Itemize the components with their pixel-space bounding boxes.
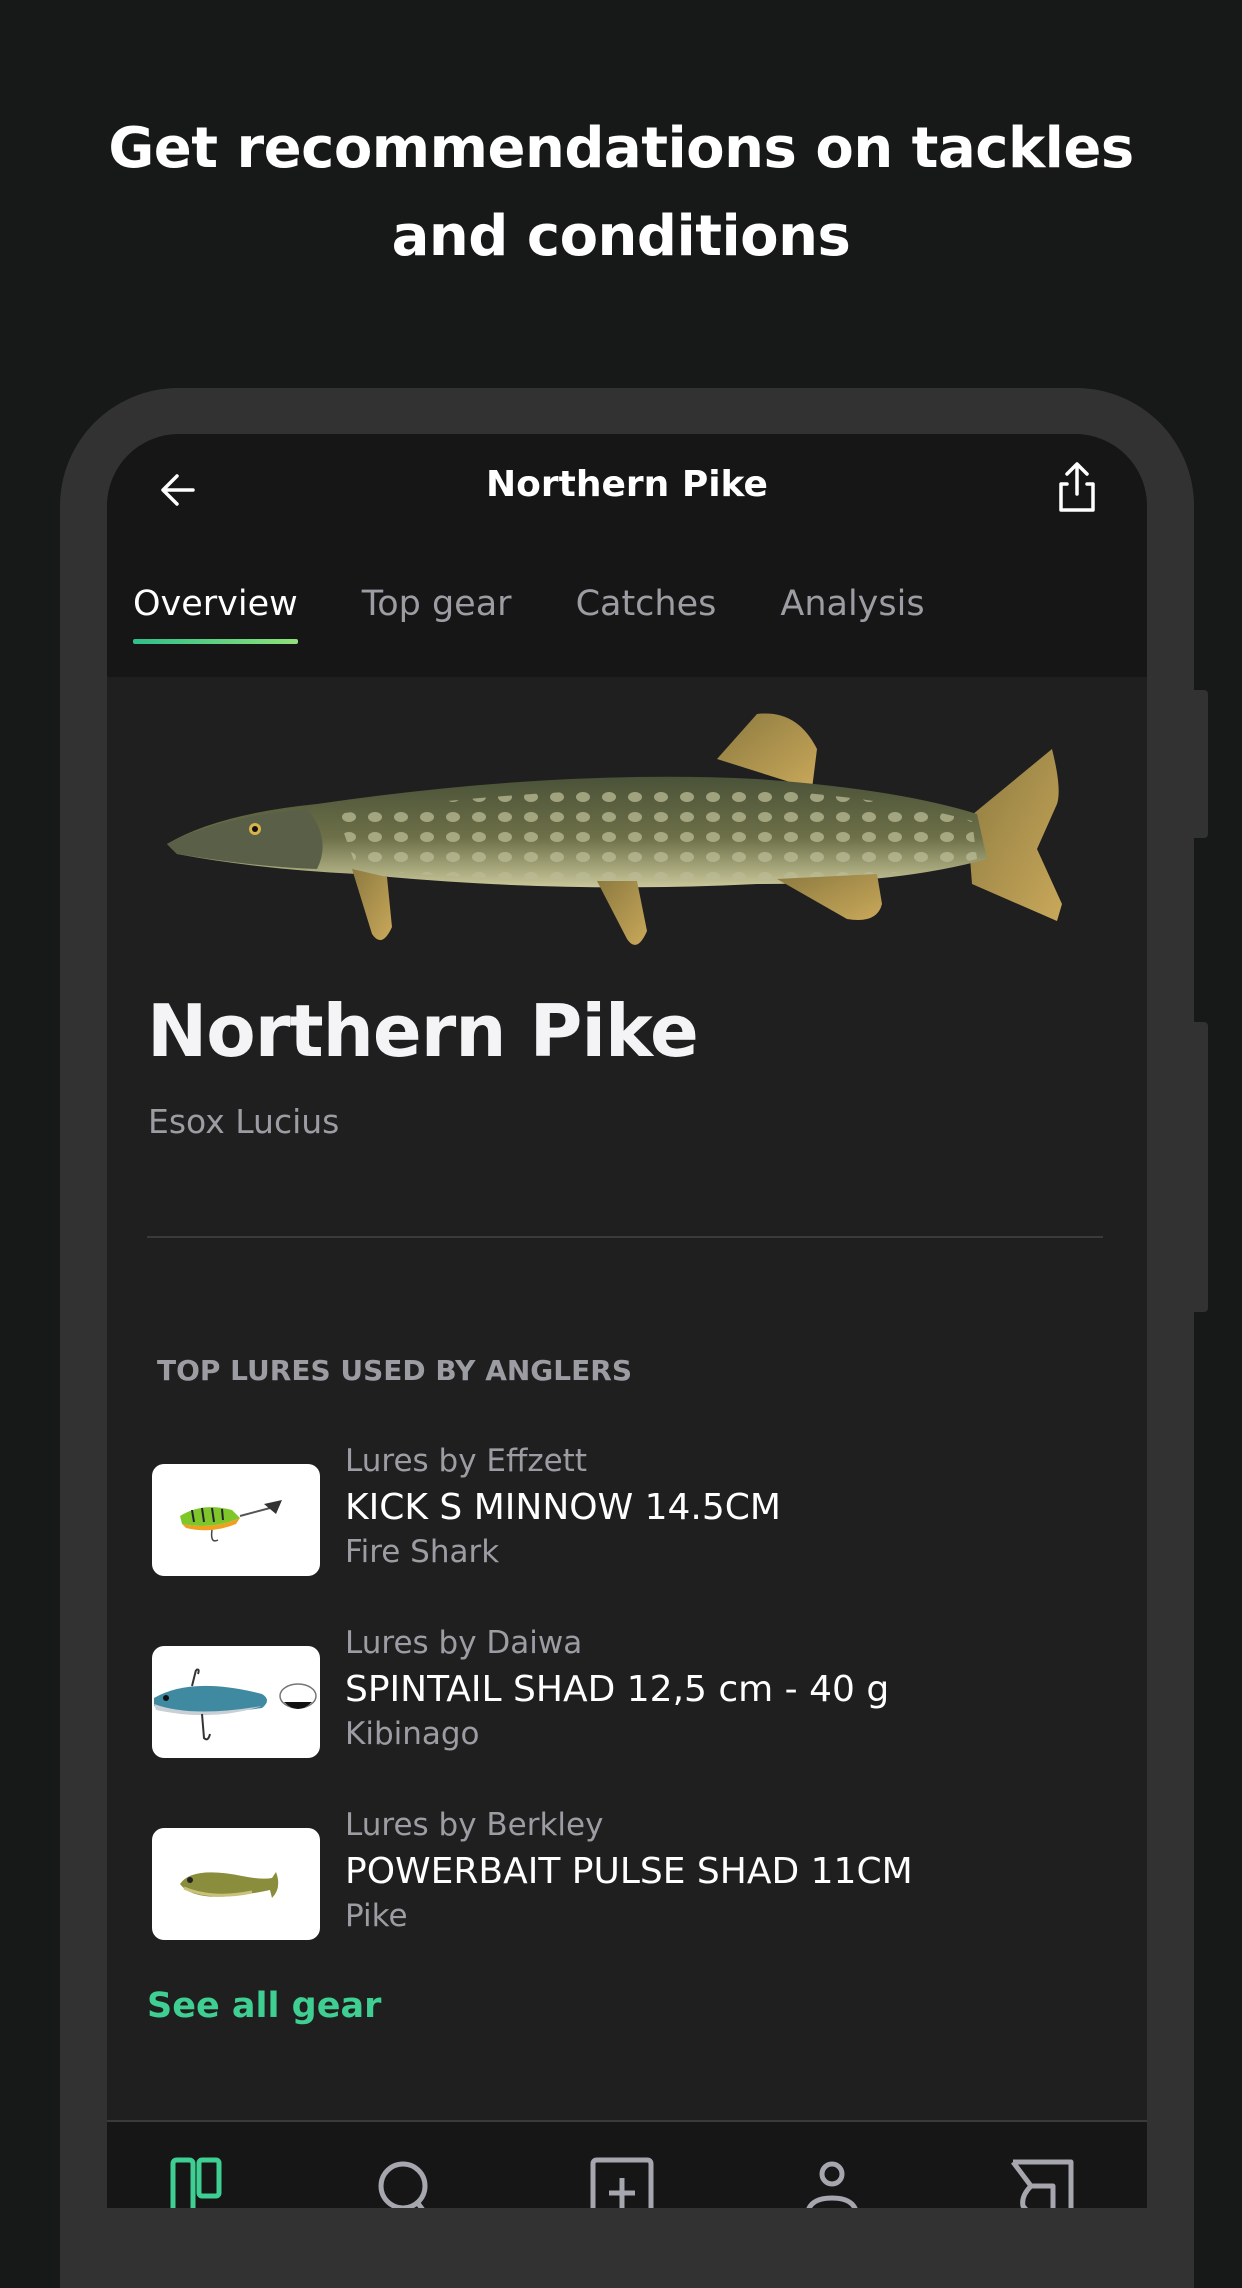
bottom-navigation (107, 2120, 1147, 2208)
tab-catches[interactable]: Catches (576, 584, 717, 644)
lure-brand: Lures by Daiwa (345, 1625, 583, 1661)
promo-line-1: Get recommendations on tackles (108, 116, 1134, 181)
lure-list: Lures by Effzett KICK S MINNOW 14.5CM Fi… (152, 1441, 1102, 1987)
anal-fin (777, 874, 882, 920)
olive-shad-lure-icon (180, 1872, 279, 1898)
section-title-top-lures: TOP LURES USED BY ANGLERS (157, 1354, 632, 1387)
lure-item[interactable]: Lures by Berkley POWERBAIT PULSE SHAD 11… (152, 1805, 1102, 1987)
tab-top-gear[interactable]: Top gear (362, 584, 512, 644)
lure-name: KICK S MINNOW 14.5CM (345, 1487, 781, 1528)
phone-side-button (1194, 690, 1208, 838)
northern-pike-image (167, 713, 1062, 945)
nav-search[interactable] (373, 2156, 453, 2208)
share-button[interactable] (1047, 456, 1107, 520)
tab-overview[interactable]: Overview (133, 584, 298, 644)
divider (147, 1236, 1103, 1238)
lure-name: POWERBAIT PULSE SHAD 11CM (345, 1851, 913, 1892)
nav-map[interactable] (1009, 2156, 1089, 2208)
add-catch-icon (590, 2157, 654, 2208)
map-icon (1011, 2159, 1074, 2208)
tab-bar: Overview Top gear Catches Analysis (133, 584, 989, 644)
share-icon (1059, 462, 1095, 512)
lure-item[interactable]: Lures by Daiwa SPINTAIL SHAD 12,5 cm - 4… (152, 1623, 1102, 1805)
pectoral-fin (352, 869, 392, 941)
pelvic-fin (597, 881, 647, 945)
lure-thumbnail (152, 1464, 320, 1576)
species-latin-name: Esox Lucius (148, 1102, 340, 1141)
fish-pupil (252, 826, 258, 832)
species-name: Northern Pike (147, 989, 699, 1073)
phone-side-button (1194, 1022, 1208, 1312)
lure-variant: Pike (345, 1898, 408, 1934)
nav-profile[interactable] (799, 2156, 879, 2208)
lure-brand: Lures by Berkley (345, 1807, 604, 1843)
see-all-gear-link[interactable]: See all gear (147, 1986, 381, 2026)
nav-feed[interactable] (169, 2156, 249, 2208)
lure-brand: Lures by Effzett (345, 1443, 587, 1479)
search-icon (378, 2161, 428, 2208)
fish-head (167, 809, 323, 869)
lure-variant: Kibinago (345, 1716, 480, 1752)
blue-spintail-lure-icon (154, 1668, 317, 1741)
lure-thumbnail (152, 1828, 320, 1940)
lure-item[interactable]: Lures by Effzett KICK S MINNOW 14.5CM Fi… (152, 1441, 1102, 1623)
app-bar: Northern Pike Overview Top gear Catches … (107, 434, 1147, 677)
nav-add-catch[interactable] (587, 2156, 667, 2208)
page-title: Northern Pike (486, 464, 768, 505)
lure-name: SPINTAIL SHAD 12,5 cm - 40 g (345, 1669, 890, 1710)
feed-icon (170, 2157, 222, 2208)
app-screen: Northern Pike Overview Top gear Catches … (107, 434, 1147, 2208)
lure-variant: Fire Shark (345, 1534, 500, 1570)
profile-icon (806, 2161, 858, 2208)
promo-headline: Get recommendations on tackles and condi… (0, 105, 1242, 281)
promo-line-2: and conditions (391, 204, 851, 269)
lure-thumbnail (152, 1646, 320, 1758)
fire-tiger-lure-icon (180, 1500, 282, 1542)
dorsal-fin (717, 713, 817, 789)
tab-analysis[interactable]: Analysis (780, 584, 924, 644)
